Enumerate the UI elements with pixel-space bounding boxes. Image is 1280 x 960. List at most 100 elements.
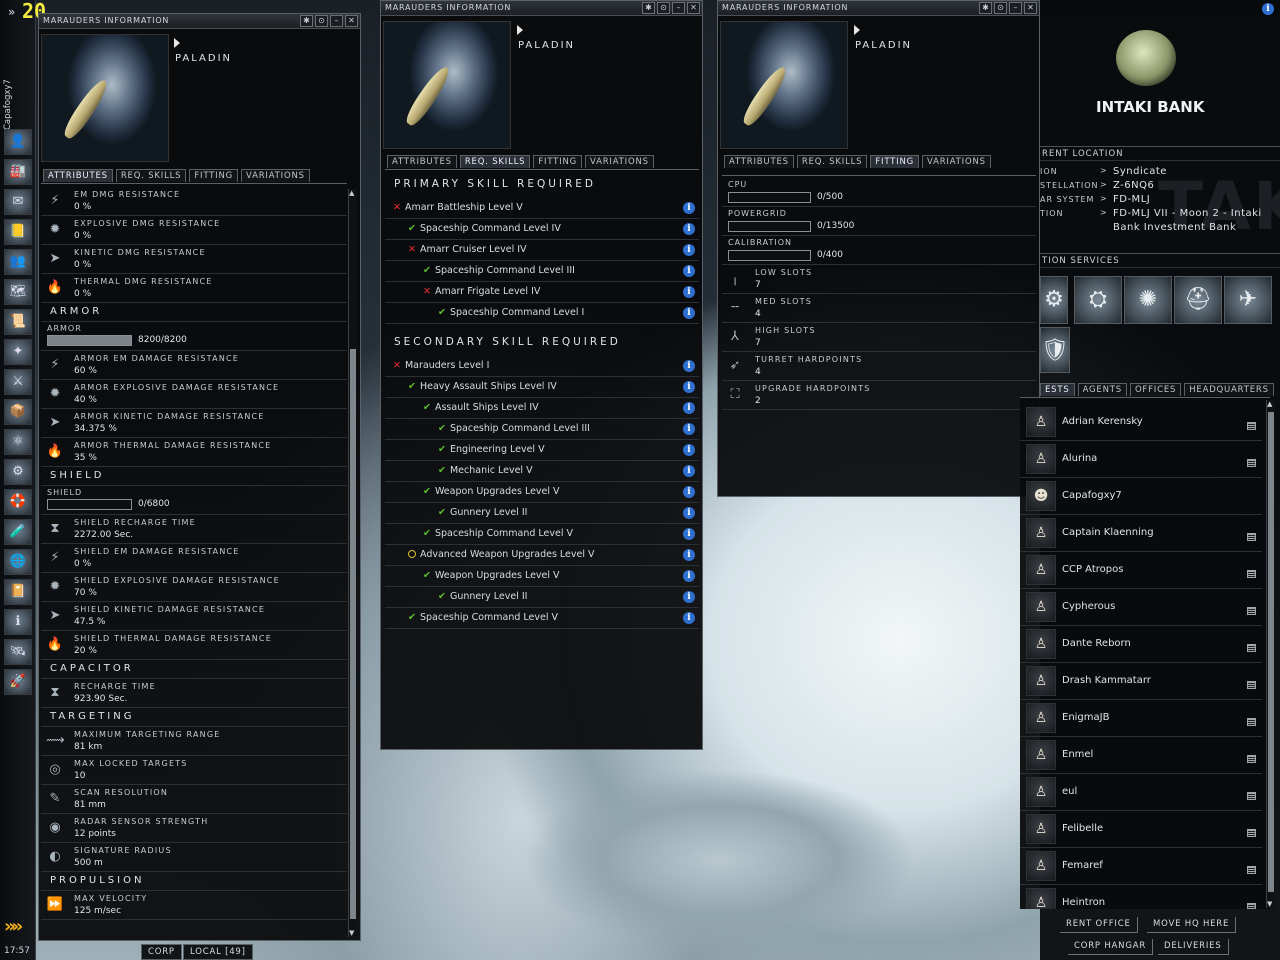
title-bar[interactable]: Marauders Information ✱ ⊙ – ✕ [718,1,1039,16]
agent-menu-icon[interactable] [1247,644,1256,652]
neocom-button-icon[interactable]: 🛟 [4,489,32,515]
agent-row[interactable]: ♙ Drash Kammatarr [1020,663,1262,700]
chat-tab-corp[interactable]: CORP [141,944,182,960]
agent-row[interactable]: ♙ Enmel [1020,737,1262,774]
scrollbar[interactable]: ▲ ▼ [348,189,357,937]
info-icon[interactable]: i [683,402,695,414]
tab-req-skills[interactable]: REQ. SKILLS [796,155,868,168]
neocom-button-icon[interactable]: ℹ [4,609,32,635]
agent-menu-icon[interactable] [1247,570,1256,578]
character-name[interactable]: Capafogxy7 [3,70,21,130]
neocom-button-icon[interactable]: 📔 [4,579,32,605]
location-value[interactable]: Z-6NQ6 [1113,179,1273,193]
agent-menu-icon[interactable] [1247,718,1256,726]
close-button[interactable]: ✕ [345,15,358,27]
info-icon[interactable]: i [683,360,695,372]
tab-fitting[interactable]: FITTING [533,155,583,168]
neocom-button-icon[interactable]: ⚙ [4,459,32,485]
skill-row[interactable]: ✔ Spaceship Command Level III i [385,419,699,440]
agent-menu-icon[interactable] [1247,681,1256,689]
agent-row[interactable]: ♙ Heintron [1020,885,1262,909]
location-value[interactable]: Syndicate [1113,165,1273,179]
pin-icon[interactable]: ⊙ [315,15,328,27]
agent-menu-icon[interactable] [1247,422,1256,430]
skill-row[interactable]: ✔ Assault Ships Level IV i [385,398,699,419]
skill-row[interactable]: ✔ Spaceship Command Level V i [385,524,699,545]
scroll-down-icon[interactable]: ▼ [1267,900,1272,908]
agent-row[interactable]: ♙ Femaref [1020,848,1262,885]
skill-row[interactable]: ✔ Spaceship Command Level I i [385,303,699,324]
scroll-thumb[interactable] [350,349,356,919]
info-icon[interactable]: i [683,307,695,319]
skill-row[interactable]: ✔ Mechanic Level V i [385,461,699,482]
info-icon[interactable]: i [683,444,695,456]
station-service-icon[interactable]: ⛑ [1174,276,1222,324]
agent-row[interactable]: ♙ EnigmaJB [1020,700,1262,737]
title-bar[interactable]: Marauders Information ✱ ⊙ – ✕ [381,1,702,16]
tab-req-skills[interactable]: REQ. SKILLS [459,155,531,168]
scroll-thumb[interactable] [1268,412,1274,892]
settings-icon[interactable]: ✱ [642,2,655,14]
neocom-expand-chevrons-icon[interactable]: »» [4,916,23,937]
close-button[interactable]: ✕ [1024,2,1037,14]
station-service-icon[interactable]: ✺ [1124,276,1172,324]
info-icon[interactable]: i [683,423,695,435]
station-service-icon[interactable]: ⚙ [1040,276,1068,324]
agent-row[interactable]: ♙ Dante Reborn [1020,626,1262,663]
agent-scrollbar[interactable]: ▲ ▼ [1266,400,1275,908]
neocom-button-icon[interactable]: 📒 [4,219,32,245]
corp-hangar-button[interactable]: CORP HANGAR [1068,939,1154,955]
scroll-down-icon[interactable]: ▼ [349,929,354,937]
neocom-button-icon[interactable]: 🚀 [4,669,32,695]
skill-row[interactable]: ✔ Heavy Assault Ships Level IV i [385,377,699,398]
neocom-button-icon[interactable]: 🛰 [4,639,32,665]
agent-row[interactable]: ☻ Capafogxy7 [1020,478,1262,515]
tab-variations[interactable]: VARIATIONS [585,155,654,168]
deliveries-button[interactable]: DELIVERIES [1158,939,1229,955]
station-service-icon[interactable]: ✈ [1224,276,1272,324]
info-icon[interactable]: i [683,570,695,582]
tab-ests[interactable]: ESTS [1040,383,1075,396]
skill-row[interactable]: ✕ Amarr Battleship Level V i [385,198,699,219]
tab-req-skills[interactable]: REQ. SKILLS [115,169,187,182]
location-value[interactable]: FD-MLJ VII - Moon 2 - Intaki Bank Invest… [1113,207,1273,235]
info-icon[interactable]: i [683,202,695,214]
tab-attributes[interactable]: ATTRIBUTES [387,155,457,168]
skill-row[interactable]: ✔ Weapon Upgrades Level V i [385,482,699,503]
station-service-icon[interactable]: 🛡 [1040,327,1070,373]
neocom-button-icon[interactable]: ✉ [4,189,32,215]
info-icon[interactable]: i [683,265,695,277]
agent-menu-icon[interactable] [1247,792,1256,800]
tab-attributes[interactable]: ATTRIBUTES [724,155,794,168]
info-icon[interactable]: i [683,507,695,519]
close-button[interactable]: ✕ [687,2,700,14]
neocom-button-icon[interactable]: 📦 [4,399,32,425]
agent-menu-icon[interactable] [1247,607,1256,615]
agent-menu-icon[interactable] [1247,866,1256,874]
pin-icon[interactable]: ⊙ [657,2,670,14]
agent-menu-icon[interactable] [1247,829,1256,837]
info-icon[interactable]: i [683,286,695,298]
expand-chevron-icon[interactable]: » [8,5,15,19]
ship-menu-arrow-icon[interactable] [174,38,180,48]
location-value[interactable]: FD-MLJ [1113,193,1273,207]
info-icon[interactable]: i [683,612,695,624]
rent-office-button[interactable]: RENT OFFICE [1060,917,1138,933]
ship-menu-arrow-icon[interactable] [854,25,860,35]
info-icon[interactable]: i [683,465,695,477]
neocom-button-icon[interactable]: ✦ [4,339,32,365]
settings-icon[interactable]: ✱ [979,2,992,14]
skill-row[interactable]: ✕ Marauders Level I i [385,356,699,377]
skill-row[interactable]: ✔ Spaceship Command Level V i [385,608,699,629]
tab-variations[interactable]: VARIATIONS [241,169,310,182]
tab-fitting[interactable]: FITTING [870,155,920,168]
tab-offices[interactable]: OFFICES [1129,383,1182,396]
scroll-up-icon[interactable]: ▲ [349,189,354,197]
info-icon[interactable]: i [683,549,695,561]
agent-row[interactable]: ♙ CCP Atropos [1020,552,1262,589]
tab-variations[interactable]: VARIATIONS [922,155,991,168]
neocom-button-icon[interactable]: ⚛ [4,429,32,455]
chat-tab-local[interactable]: LOCAL [49] [183,944,253,960]
skill-row[interactable]: ✔ Gunnery Level II i [385,503,699,524]
move-hq-button[interactable]: MOVE HQ HERE [1147,917,1237,933]
